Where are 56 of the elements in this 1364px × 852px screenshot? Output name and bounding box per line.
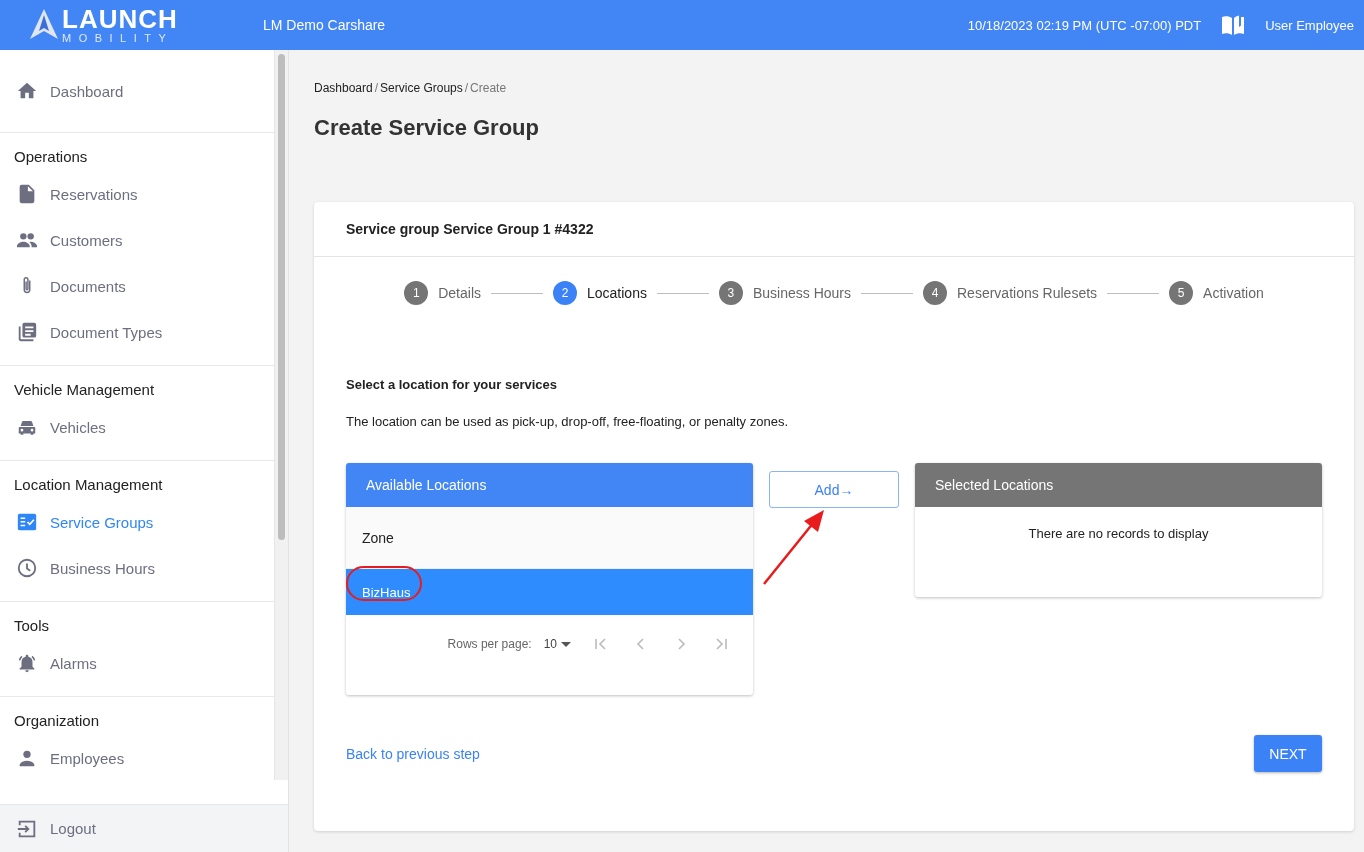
step-number: 3 [718, 281, 743, 305]
rows-per-page-select[interactable]: 10 [543, 637, 573, 651]
step-number: 1 [404, 281, 429, 305]
empty-message: There are no records to display [1028, 526, 1209, 543]
sidebar-item[interactable]: Customers [0, 217, 275, 263]
step-label: Reservations Rulesets [957, 285, 1098, 301]
sidebar-item[interactable]: Business Hours [0, 545, 275, 591]
section-heading: Select a location for your services [346, 377, 558, 392]
sidebar-item[interactable]: Alarms [0, 640, 275, 686]
documents-stack-icon [16, 321, 38, 343]
user-menu[interactable]: User Employee [1265, 17, 1354, 33]
sidebar-item[interactable]: Document Types [0, 309, 275, 355]
page-title: Create Service Group [314, 115, 540, 141]
step-label: Activation [1203, 285, 1264, 301]
brand-tagline: MOBILITY [62, 33, 175, 44]
step-label: Business Hours [752, 285, 851, 301]
location-row[interactable]: BizHaus [346, 569, 753, 615]
sidebar-item[interactable]: Vehicles [0, 404, 275, 450]
rows-per-page-label: Rows per page: [447, 637, 532, 651]
panel-title: Available Locations [346, 463, 753, 507]
scrollbar-thumb[interactable] [278, 54, 286, 540]
checklist-icon [16, 511, 38, 533]
section-title: Organization [13, 711, 101, 731]
section-title: Location Management [13, 475, 164, 495]
sidebar-item[interactable]: Service Groups [0, 499, 275, 545]
column-header: Zone [346, 507, 753, 569]
logout-button[interactable]: Logout [0, 804, 288, 852]
logo-icon [30, 9, 58, 41]
card-title: Service group Service Group 1 #4322 [314, 202, 1354, 257]
book-icon[interactable] [1221, 14, 1246, 36]
step-label: Locations [587, 285, 647, 301]
sidebar-item[interactable]: Employees [0, 735, 275, 780]
description-text: The location can be used as pick-up, drop-off, free-floating, or penalty zones. [346, 414, 790, 429]
date-time: 10/18/2023 02:19 PM (UTC -07:00) PDT [967, 17, 1202, 33]
section-title: Vehicle Management [13, 380, 156, 400]
step-number: 5 [1169, 281, 1194, 305]
step-number: 4 [923, 281, 947, 305]
step-label: Details [438, 285, 481, 301]
bell-icon [16, 652, 38, 674]
step-number: 2 [553, 281, 577, 305]
sidebar-item[interactable]: Reservations [0, 171, 275, 217]
breadcrumb-separator: / [374, 81, 379, 95]
sidebar-item[interactable]: Documents [0, 263, 275, 309]
clock-icon [16, 557, 38, 579]
breadcrumb-link[interactable]: Dashboard [314, 81, 373, 95]
breadcrumb-link[interactable]: Service Groups [380, 81, 463, 95]
next-button[interactable]: NEXT [1254, 735, 1322, 772]
section-title: Operations [13, 147, 89, 167]
section-title: Tools [13, 616, 51, 636]
back-link[interactable]: Back to previous step [346, 745, 480, 762]
organization-name: LM Demo Carshare [263, 17, 387, 33]
panel-title: Selected Locations [915, 463, 1322, 507]
breadcrumb-separator: / [464, 81, 469, 95]
add-button[interactable]: Add→ [769, 471, 899, 508]
brand-name: LAUNCH [62, 6, 178, 32]
sidebar-item[interactable]: Dashboard [0, 68, 275, 114]
